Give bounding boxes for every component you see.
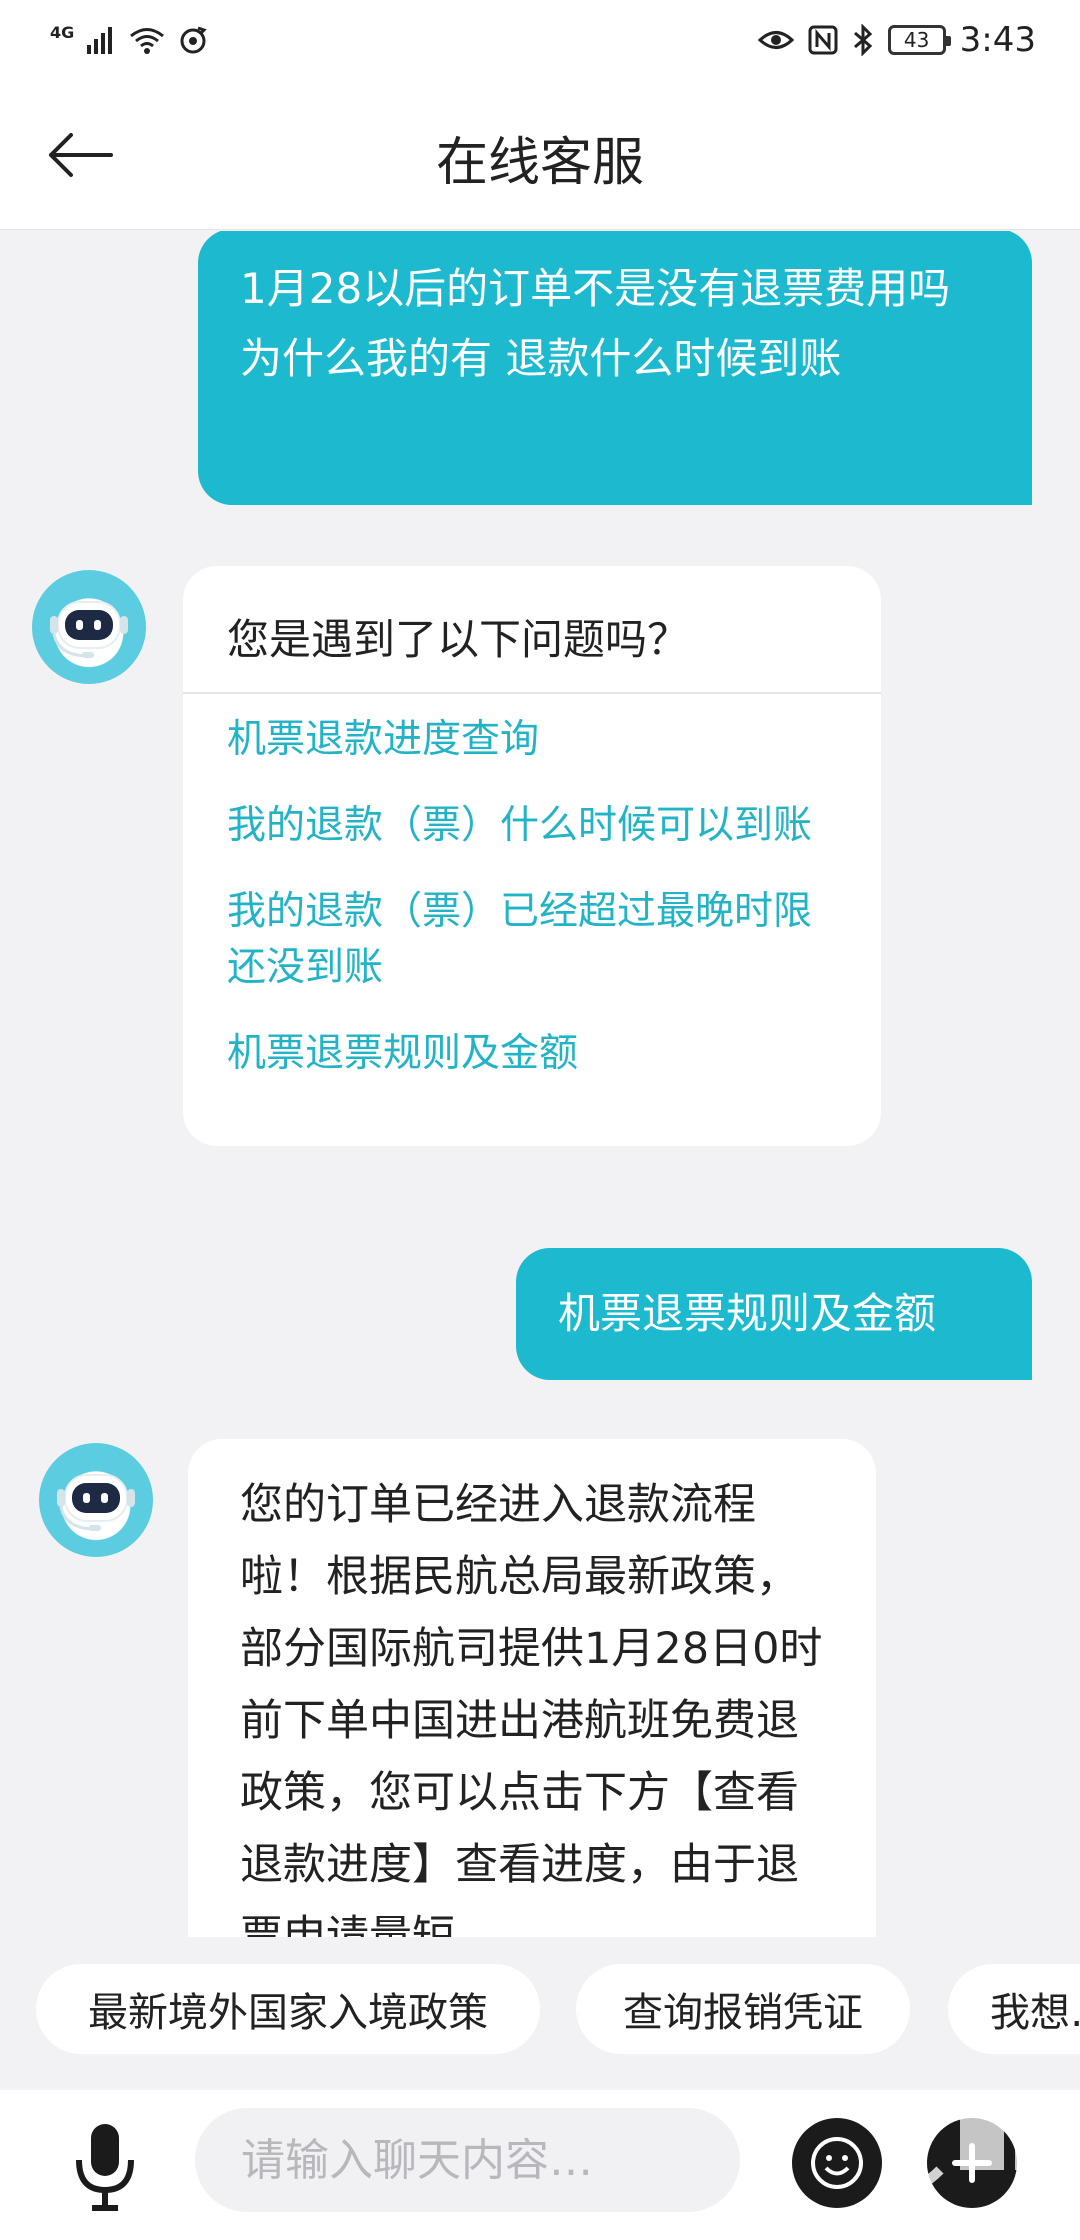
suggestion-item[interactable]: 我的退款（票）什么时候可以到账 [227, 798, 837, 854]
chip-label: 我想… [990, 1990, 1080, 2036]
chat-area[interactable]: 1月28以后的订单不是没有退票费用吗 为什么我的有 退款什么时候到账 您是遇到了… [0, 231, 1080, 1937]
suggestion-item[interactable]: 我的退款（票）已经超过最晚时限还没到账 [227, 884, 837, 996]
quick-reply-bar: 最新境外国家入境政策 查询报销凭证 我想… [0, 1940, 1080, 2080]
user-message: 1月28以后的订单不是没有退票费用吗 为什么我的有 退款什么时候到账 [198, 231, 1032, 505]
robot-icon [57, 1474, 135, 1531]
status-time: 3:43 [959, 20, 1036, 60]
quick-reply-chip[interactable]: 最新境外国家入境政策 [36, 1964, 540, 2054]
wifi-icon [130, 28, 165, 54]
emoji-button[interactable] [792, 2118, 882, 2208]
emoji-icon [811, 2137, 863, 2189]
input-bar [0, 2090, 1080, 2240]
suggestion-item[interactable]: 机票退票规则及金额 [227, 1026, 837, 1082]
quick-reply-chip[interactable]: 我想… [948, 1964, 1080, 2054]
bot-avatar [39, 1443, 153, 1557]
eye-icon [757, 31, 794, 49]
chat-input[interactable] [195, 2108, 740, 2212]
message-text: 1月28以后的订单不是没有退票费用吗 为什么我的有 退款什么时候到账 [240, 264, 951, 383]
question-title: 您是遇到了以下问题吗？ [227, 615, 690, 664]
suggestion-item[interactable]: 机票退款进度查询 [227, 712, 837, 768]
status-left: 4G [50, 18, 208, 62]
plus-button[interactable] [927, 2118, 1017, 2208]
chip-label: 最新境外国家入境政策 [88, 1990, 488, 2036]
app-header: 在线客服 [0, 80, 1080, 230]
chip-label: 查询报销凭证 [623, 1990, 863, 2036]
nfc-icon [808, 25, 838, 55]
network-type: 4G [50, 22, 75, 42]
sync-icon [180, 26, 208, 54]
battery-icon: 43 [887, 25, 951, 55]
message-text: 机票退票规则及金额 [558, 1289, 937, 1338]
bot-question-card: 您是遇到了以下问题吗？ 机票退款进度查询 我的退款（票）什么时候可以到账 我的退… [183, 566, 881, 1146]
status-bar: 4G 43 3:43 [0, 0, 1080, 80]
quick-reply-chip[interactable]: 查询报销凭证 [576, 1964, 910, 2054]
bluetooth-icon [853, 24, 872, 56]
battery-level: 43 [903, 28, 930, 52]
user-message: 机票退票规则及金额 [516, 1248, 1032, 1380]
robot-icon [50, 601, 128, 658]
plus-icon [952, 2143, 992, 2183]
page-title: 在线客服 [435, 133, 644, 193]
suggestion-list: 机票退款进度查询 我的退款（票）什么时候可以到账 我的退款（票）已经超过最晚时限… [183, 694, 881, 1134]
status-right: 43 3:43 [757, 18, 1036, 62]
message-text: 您的订单已经进入退款流程啦！根据民航总局最新政策，部分国际航司提供1月28日0时… [240, 1480, 823, 1937]
bot-message: 您的订单已经进入退款流程啦！根据民航总局最新政策，部分国际航司提供1月28日0时… [188, 1439, 876, 1937]
bot-avatar [32, 570, 146, 684]
voice-button[interactable] [60, 2118, 150, 2214]
signal-icon [87, 27, 113, 54]
microphone-icon [76, 2124, 134, 2211]
